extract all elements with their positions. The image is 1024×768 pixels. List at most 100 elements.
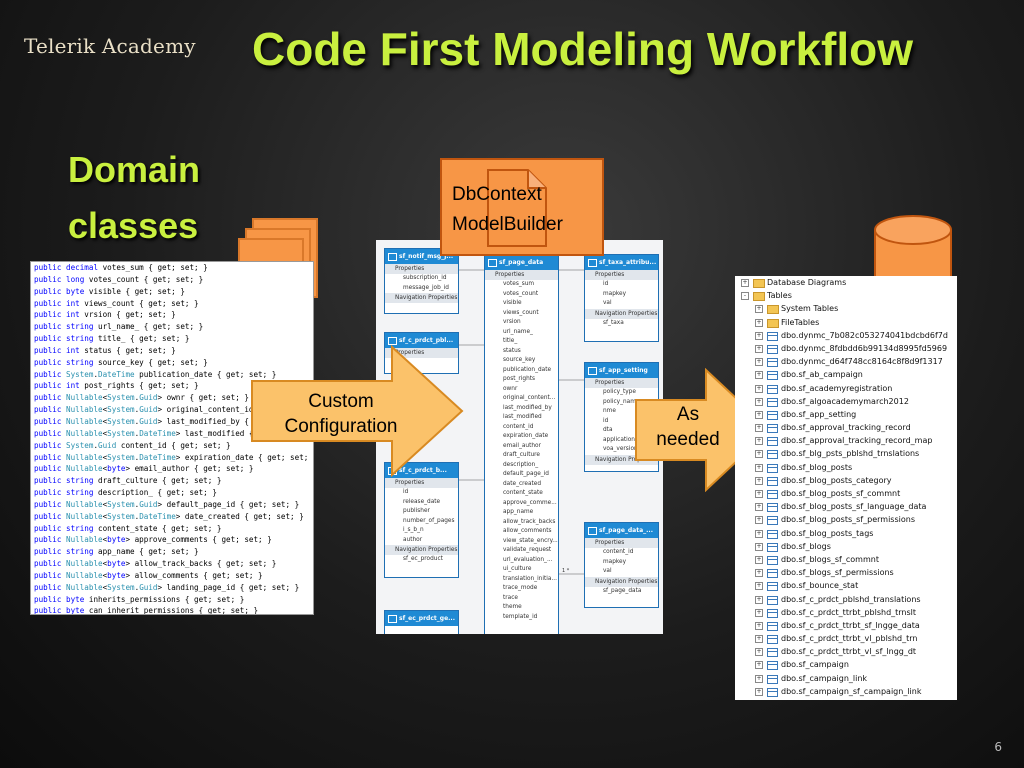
tree-item[interactable]: + dbo.sf_blogs_sf_permissions [735,566,957,579]
code-line: public byte can_inherit_permissions { ge… [34,606,259,615]
entity-0[interactable]: sf_notif_msg_j... Properties subscription_… [384,248,459,314]
tree-item-label: dbo.dynmc_d64f748cc8164c8f8d9f1317 [781,357,943,367]
tree-item[interactable]: + dbo.dynmc_7b082c053274041bdcbd6f7d [735,329,957,342]
tree-item[interactable]: + dbo.sf_blg_psts_pblshd_trnslations [735,447,957,460]
expand-icon[interactable]: + [755,516,763,525]
expand-icon[interactable]: + [755,687,763,696]
entity-property: release_date [403,498,441,505]
domain-label-line1: Domain [68,149,201,190]
tree-item[interactable]: + dbo.sf_c_prdct_pblshd_translations [735,593,957,606]
code-line: public byte inherits_permissions { get; … [34,594,245,604]
database-object-explorer: + Database Diagrams - Tables + System Tables +… [735,276,957,700]
tree-item-label: dbo.sf_blogs [781,541,831,551]
expand-icon[interactable]: + [755,635,763,644]
expand-icon[interactable]: + [755,384,763,393]
tree-item[interactable]: + dbo.sf_c_prdct_ttrbt_vl_pblshd_trn [735,632,957,645]
entity-3[interactable]: sf_ec_prdct_ge... [384,610,459,634]
table-icon [767,410,778,420]
table-icon [767,344,778,354]
tree-item-label: dbo.sf_blog_posts_tags [781,528,874,538]
expand-icon[interactable]: + [755,674,763,683]
tree-item[interactable]: + dbo.sf_blog_posts_sf_permissions [735,513,957,526]
expand-icon[interactable]: + [755,595,763,604]
table-icon [767,635,778,645]
tree-item[interactable]: + dbo.dynmc_d64f748cc8164c8f8d9f1317 [735,355,957,368]
tree-item[interactable]: + Database Diagrams [735,276,957,289]
entity-4[interactable]: sf_page_data Properties votes_sum votes_cou… [484,254,559,634]
table-icon [767,358,778,368]
tree-item[interactable]: + dbo.sf_blog_posts_tags [735,527,957,540]
expand-icon[interactable]: + [755,529,763,538]
expand-icon[interactable]: + [755,450,763,459]
expand-icon[interactable]: + [755,542,763,551]
expand-icon[interactable]: + [755,410,763,419]
tree-item[interactable]: + dbo.sf_c_prdct_ttrbt_vl_sf_lngg_dt [735,645,957,658]
tree-item-label: FileTables [781,317,820,327]
entity-7[interactable]: sf_page_data_... Properties content_id mapk… [584,522,659,608]
tree-item[interactable]: + dbo.sf_algoacademymarch2012 [735,395,957,408]
expand-icon[interactable]: + [755,424,763,433]
table-icon [767,397,778,407]
expand-icon[interactable]: + [741,279,749,287]
tree-item[interactable]: + dbo.sf_approval_tracking_record_map [735,434,957,447]
tree-item[interactable]: + dbo.sf_campaign_sf_campaign_link [735,685,957,698]
expand-icon[interactable]: + [755,490,763,498]
tree-item[interactable]: + dbo.dynmc_8fdbdd6b99134d8995fd5969 [735,342,957,355]
expand-icon[interactable]: + [755,555,763,564]
expand-icon[interactable]: + [755,371,763,380]
tree-item[interactable]: + dbo.sf_blogs [735,540,957,553]
expand-icon[interactable]: + [755,569,763,578]
expand-icon[interactable]: + [755,358,763,367]
entity-header: sf_page_data [485,255,558,270]
table-icon [767,490,778,499]
entity-property: app_name [503,509,534,515]
table-icon [767,450,778,460]
tree-item[interactable]: + dbo.sf_ab_campaign [735,368,957,381]
tree-item[interactable]: - Tables [735,289,957,302]
expand-icon[interactable]: + [755,305,763,314]
expand-icon[interactable]: + [755,463,763,472]
expand-icon[interactable]: + [755,608,763,617]
entity-section: Navigation Properties [385,293,458,303]
entity-property: message_job_id [403,284,449,291]
tree-item[interactable]: + dbo.sf_blog_posts [735,461,957,474]
expand-icon[interactable]: + [755,331,763,340]
entity-5[interactable]: sf_taxa_attribu... Properties id mapkey val N… [584,254,659,342]
domain-classes-label: Domain classes [68,142,200,254]
tree-item[interactable]: + dbo.sf_blog_posts_sf_commnt [735,487,957,500]
table-icon [767,555,778,565]
tree-item[interactable]: + dbo.sf_blogs_sf_commnt [735,553,957,566]
expand-icon[interactable]: + [755,476,763,485]
tree-item-label: dbo.sf_blogs_sf_permissions [781,568,894,578]
expand-icon[interactable]: + [755,582,763,591]
expand-icon[interactable]: + [755,648,763,657]
tree-item[interactable]: + dbo.sf_approval_tracking_record [735,421,957,434]
tree-item[interactable]: + dbo.sf_campaign [735,658,957,671]
dbcontext-line2: ModelBuilder [452,214,563,235]
entity-property: email_author [503,442,541,449]
tree-item[interactable]: + dbo.sf_blog_posts_category [735,474,957,487]
tree-item[interactable]: + dbo.sf_c_prdct_ttrbt_sf_lngge_data [735,619,957,632]
entity-property: content_id [503,423,534,430]
expand-icon[interactable]: + [755,397,763,406]
tree-item[interactable]: + dbo.sf_blog_posts_sf_language_data [735,500,957,513]
tree-item[interactable]: + System Tables [735,302,957,315]
tree-item-label: dbo.sf_approval_tracking_record [781,423,911,433]
expand-icon[interactable]: + [755,318,763,327]
tree-item[interactable]: + dbo.sf_c_prdct_ttrbt_pblshd_trnslt [735,606,957,619]
expand-icon[interactable]: + [755,503,763,512]
expand-icon[interactable]: + [755,344,763,353]
tree-item-label: dbo.sf_ab_campaign [781,370,863,380]
tree-item[interactable]: + dbo.sf_academyregistration [735,382,957,395]
tree-item[interactable]: + dbo.sf_campaign_link [735,672,957,685]
expand-icon[interactable]: + [755,661,763,670]
entity-property: translation_initia... [503,575,557,582]
tree-item[interactable]: + dbo.sf_bounce_stat [735,579,957,592]
entity-2[interactable]: sf_c_prdct_b... Properties id release_date p… [384,462,459,578]
collapse-icon[interactable]: - [741,292,749,301]
expand-icon[interactable]: + [755,437,763,446]
tree-item[interactable]: + FileTables [735,316,957,329]
page-number: 6 [994,740,1002,754]
tree-item[interactable]: + dbo.sf_app_setting [735,408,957,421]
expand-icon[interactable]: + [755,621,763,630]
